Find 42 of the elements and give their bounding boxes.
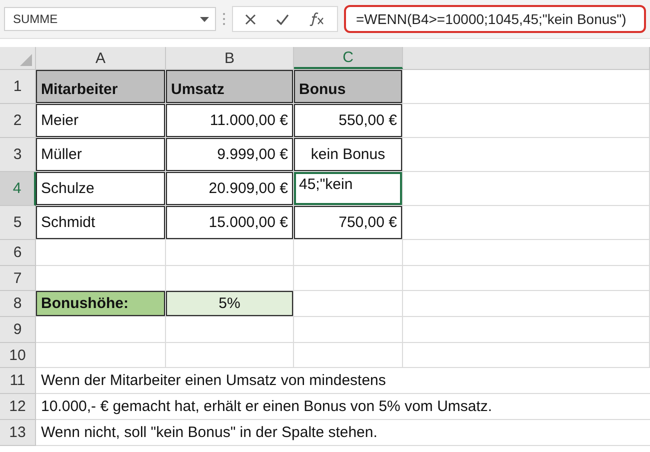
table-cell: Schmidt [36,206,166,240]
row-header[interactable]: 10 [0,342,36,368]
table-cell: 9.999,00 € [166,138,294,172]
row-header[interactable]: 8 [0,291,36,318]
table-cell: Bonus [294,70,403,104]
table-cell: Müller [36,138,166,172]
table-cell: 20.909,00 € [166,172,294,206]
row-header[interactable]: 12 [0,394,36,420]
name-box[interactable]: SUMME [4,7,216,31]
row-header[interactable]: 9 [0,317,36,343]
table-cell: Mitarbeiter [36,70,166,104]
dropdown-caret-icon [200,16,209,22]
note-text: Wenn der Mitarbeiter einen Umsatz von mindestens [36,368,650,394]
drag-handle-icon [222,12,226,26]
table-cell: kein Bonus [294,138,403,172]
table-cell: 11.000,00 € [166,104,294,138]
row-header[interactable]: 7 [0,266,36,292]
row-header[interactable]: 2 [0,104,36,138]
table-cell: 550,00 € [294,104,403,138]
table-cell: 5% [166,291,294,318]
column-header[interactable]: A [36,47,166,69]
formula-field[interactable]: =WENN(B4>=10000;1045,45;"kein Bonus") [344,5,646,33]
column-header[interactable]: C [294,47,403,69]
note-text: Wenn nicht, soll "kein Bonus" in der Spalte stehen. [36,420,650,446]
row-header[interactable]: 5 [0,206,36,240]
editing-cell[interactable]: 45;"kein [294,172,403,206]
table-cell: Meier [36,104,166,138]
table-cell: Schulze [36,172,166,206]
table-cell: Bonushöhe: [36,291,166,318]
row-header[interactable]: 6 [0,240,36,266]
row-header[interactable]: 11 [0,368,36,394]
table-cell: 15.000,00 € [166,206,294,240]
checkmark-icon[interactable] [276,14,289,24]
function-icon[interactable] [309,12,325,26]
cancel-icon[interactable] [245,14,256,24]
row-header[interactable]: 1 [0,70,36,104]
note-text: 10.000,- € gemacht hat, erhält er einen Bonus von 5% vom Umsatz. [36,394,650,420]
table-cell: 750,00 € [294,206,403,240]
row-header[interactable]: 13 [0,420,36,446]
row-header[interactable]: 4 [0,172,36,206]
table-cell: Umsatz [166,70,294,104]
row-header[interactable]: 3 [0,138,36,172]
